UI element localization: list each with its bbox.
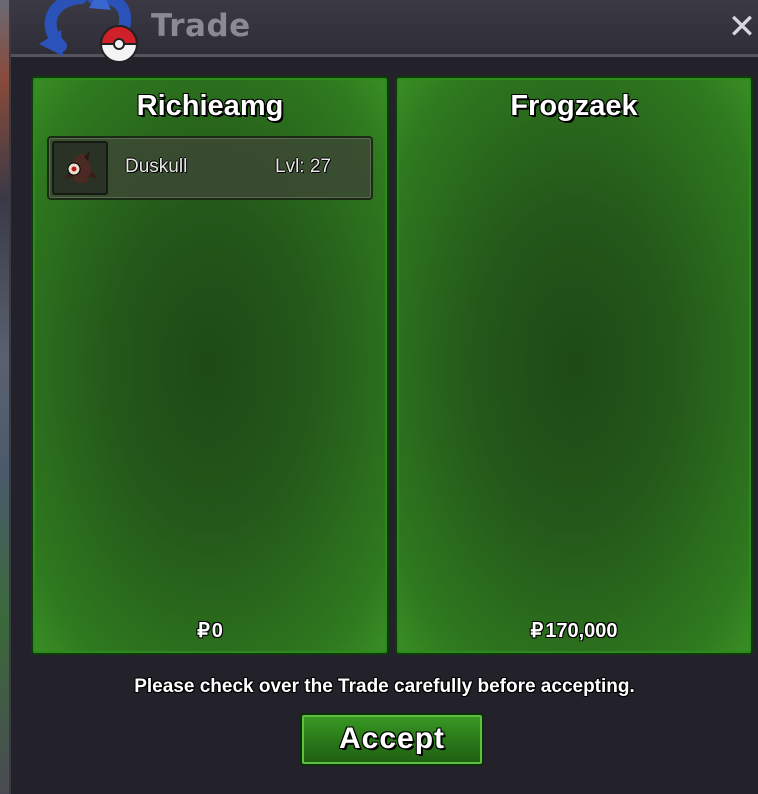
partner-money-offer: ₽170,000: [397, 618, 751, 643]
accept-button[interactable]: Accept: [300, 713, 484, 766]
money-amount: 0: [211, 620, 223, 642]
money-amount: 170,000: [545, 620, 618, 642]
trade-notice: Please check over the Trade carefully be…: [134, 676, 635, 697]
duskull-icon: [64, 151, 98, 183]
pokemon-level: Lvl: 27: [275, 156, 331, 177]
trade-window: Trade ✕ Richieamg Duskull Lvl: 27 ₽0 Fro…: [9, 0, 758, 794]
my-money-offer: ₽0: [33, 618, 387, 643]
partner-offer-panel: Frogzaek ₽170,000: [395, 76, 753, 655]
currency-symbol: ₽: [197, 620, 210, 642]
currency-symbol: ₽: [530, 620, 544, 642]
my-offer-panel: Richieamg Duskull Lvl: 27 ₽0: [31, 76, 389, 655]
pokemon-icon-slot: [52, 141, 108, 195]
close-icon[interactable]: ✕: [726, 7, 758, 47]
title-bar[interactable]: Trade ✕: [11, 0, 758, 63]
trade-logo-icon: [31, 0, 143, 68]
background-game-world: [0, 0, 9, 794]
my-player-name: Richieamg: [136, 90, 284, 122]
partner-player-name: Frogzaek: [510, 90, 638, 122]
pokemon-offer-row[interactable]: Duskull Lvl: 27: [47, 136, 373, 200]
pokemon-name: Duskull: [125, 156, 188, 177]
window-title: Trade: [151, 8, 251, 44]
